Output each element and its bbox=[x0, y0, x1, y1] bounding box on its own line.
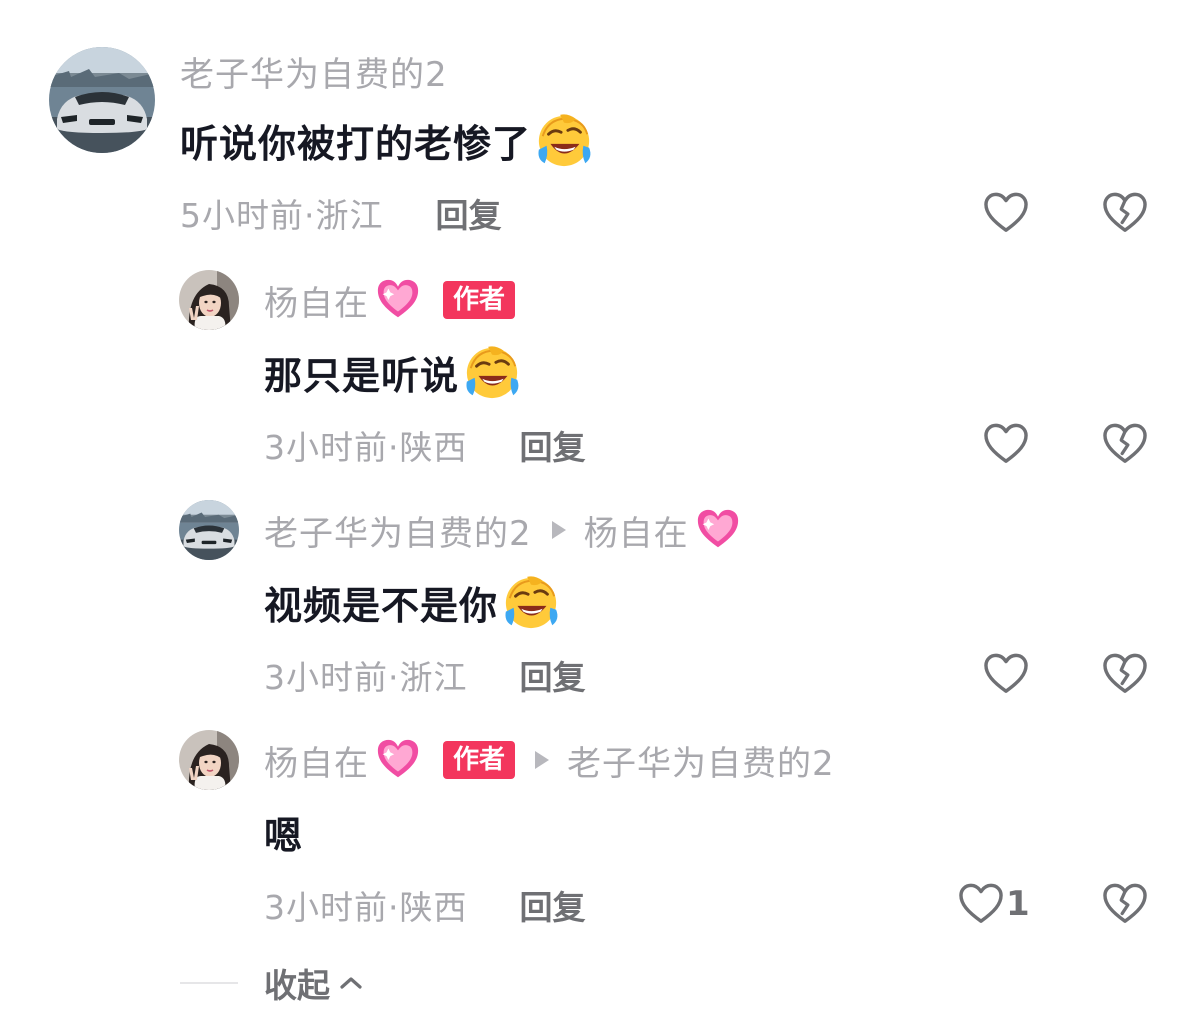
avatar[interactable] bbox=[179, 270, 239, 330]
reply-to-username[interactable]: 老子华为自费的2 bbox=[567, 736, 835, 785]
comment-text: 那只是听说 bbox=[264, 353, 460, 398]
comment-meta: 3小时前·陕西 回复 bbox=[264, 880, 586, 930]
like-count: 1 bbox=[1006, 884, 1030, 924]
timestamp-location: 3小时前·浙江 bbox=[264, 658, 468, 697]
author-badge: 作者 bbox=[443, 281, 516, 319]
username[interactable]: 杨自在 bbox=[264, 276, 369, 325]
reply-button[interactable]: 回复 bbox=[520, 421, 586, 469]
reply-arrow-icon bbox=[551, 521, 566, 539]
comment-body: 视频是不是你 bbox=[264, 572, 560, 632]
timestamp-location: 5小时前·浙江 bbox=[180, 196, 384, 235]
comment-text: 嗯 bbox=[264, 813, 304, 858]
like-button[interactable] bbox=[983, 192, 1029, 234]
comment-meta: 3小时前·浙江 回复 bbox=[264, 650, 586, 700]
comment-body: 听说你被打的老惨了 bbox=[180, 110, 593, 170]
avatar[interactable] bbox=[49, 47, 155, 153]
comment-body: 那只是听说 bbox=[264, 342, 521, 402]
reply-to-username[interactable]: 杨自在 bbox=[584, 506, 689, 555]
comment-body: 嗯 bbox=[264, 802, 303, 862]
dislike-button[interactable] bbox=[1102, 883, 1148, 929]
crying-laughing-emoji bbox=[502, 573, 560, 631]
username[interactable]: 老子华为自费的2 bbox=[264, 506, 532, 555]
avatar[interactable] bbox=[179, 500, 239, 560]
comment-header: 杨自在 作者 bbox=[264, 275, 516, 325]
like-button[interactable]: 1 bbox=[958, 883, 1030, 925]
comment-text: 视频是不是你 bbox=[264, 583, 499, 628]
avatar[interactable] bbox=[179, 730, 239, 790]
sparkling-heart-emoji bbox=[695, 507, 741, 553]
broken-heart-icon bbox=[1102, 423, 1148, 465]
broken-heart-icon bbox=[1102, 653, 1148, 695]
comment-header: 老子华为自费的2 bbox=[180, 46, 448, 96]
reply-arrow-icon bbox=[535, 751, 550, 769]
dislike-button[interactable] bbox=[1102, 423, 1148, 469]
heart-outline-icon bbox=[983, 653, 1029, 695]
author-badge: 作者 bbox=[443, 741, 516, 779]
username[interactable]: 老子华为自费的2 bbox=[180, 47, 448, 96]
chevron-up-icon bbox=[340, 977, 362, 989]
heart-outline-icon bbox=[983, 192, 1029, 234]
like-button[interactable] bbox=[983, 653, 1029, 695]
sparkling-heart-emoji bbox=[375, 737, 421, 783]
dislike-button[interactable] bbox=[1102, 653, 1148, 699]
comment-meta: 5小时前·浙江 回复 bbox=[180, 188, 502, 238]
heart-outline-icon bbox=[983, 423, 1029, 465]
crying-laughing-emoji bbox=[535, 111, 593, 169]
username[interactable]: 杨自在 bbox=[264, 736, 369, 785]
sparkling-heart-emoji bbox=[375, 277, 421, 323]
timestamp-location: 3小时前·陕西 bbox=[264, 428, 468, 467]
dislike-button[interactable] bbox=[1102, 192, 1148, 238]
collapse-button[interactable]: 收起 bbox=[264, 959, 330, 1007]
reply-button[interactable]: 回复 bbox=[436, 189, 502, 237]
collapse-replies[interactable]: 收起 bbox=[180, 958, 364, 1008]
crying-laughing-emoji bbox=[463, 343, 521, 401]
reply-button[interactable]: 回复 bbox=[520, 881, 586, 929]
heart-outline-icon bbox=[958, 883, 1004, 925]
broken-heart-icon bbox=[1102, 883, 1148, 925]
like-button[interactable] bbox=[983, 423, 1029, 465]
reply-button[interactable]: 回复 bbox=[520, 651, 586, 699]
comment-header: 老子华为自费的2 杨自在 bbox=[264, 505, 741, 555]
comment-text: 听说你被打的老惨了 bbox=[180, 121, 532, 166]
broken-heart-icon bbox=[1102, 192, 1148, 234]
timestamp-location: 3小时前·陕西 bbox=[264, 888, 468, 927]
comment-header: 杨自在 作者 老子华为自费的2 bbox=[264, 735, 835, 785]
divider bbox=[180, 982, 238, 984]
comment-meta: 3小时前·陕西 回复 bbox=[264, 420, 586, 470]
